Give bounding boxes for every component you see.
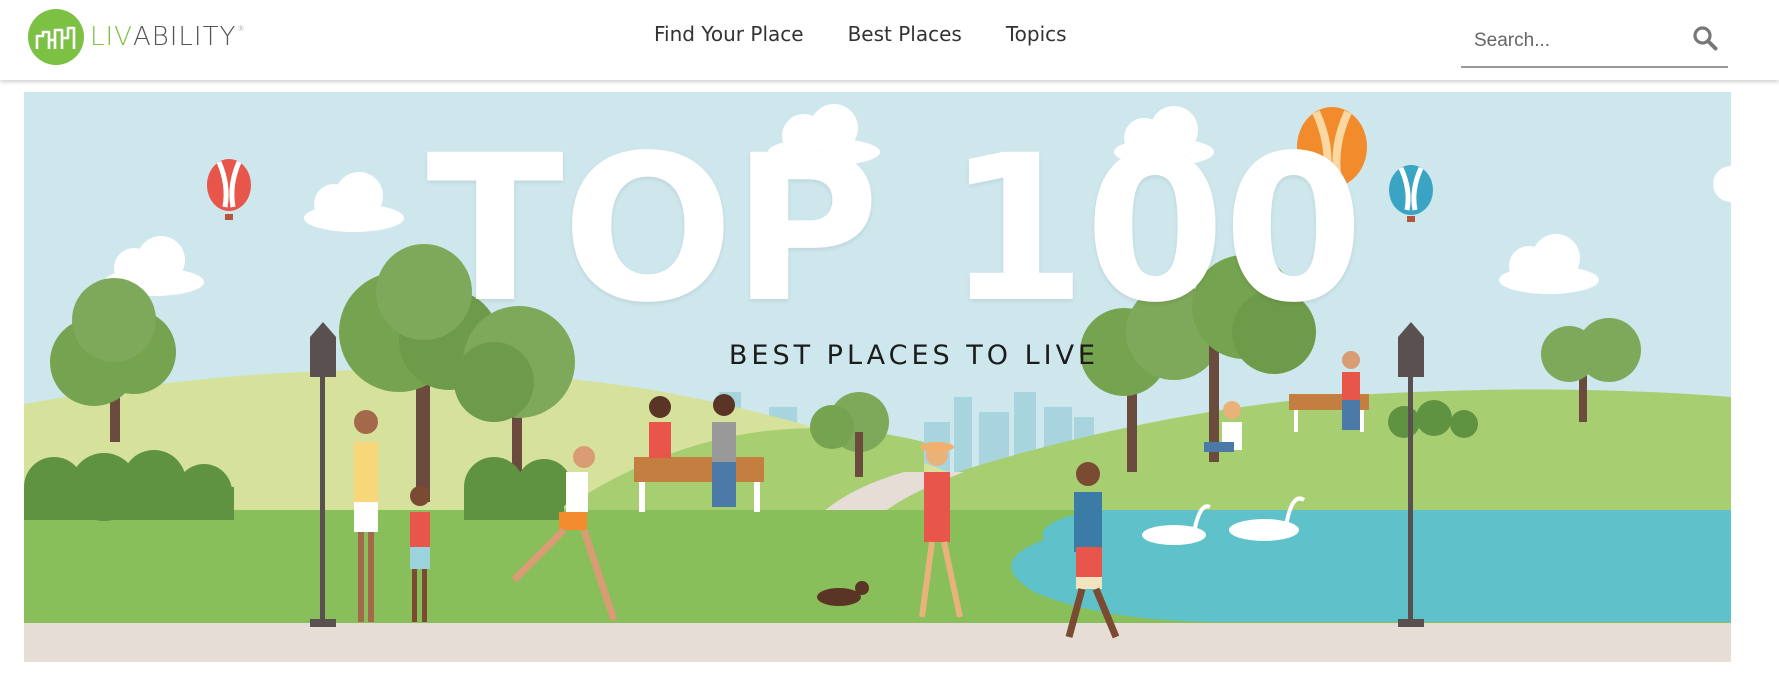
hero-subtitle: BEST PLACES TO LIVE	[728, 340, 1100, 371]
hero-title: TOP 100	[426, 111, 1364, 347]
search-icon[interactable]	[1692, 25, 1718, 51]
lake	[1011, 510, 1731, 622]
site-header: LIV ABILITY ® Find Your Place Best Places …	[0, 0, 1779, 80]
brand-part-ability: ABILITY	[132, 22, 237, 52]
logo-mark-icon	[28, 9, 84, 65]
livability-logo[interactable]: LIV ABILITY ®	[28, 9, 245, 65]
search-box	[1461, 20, 1728, 68]
brand-wordmark: LIV ABILITY ®	[90, 22, 245, 52]
nav-best-places[interactable]: Best Places	[848, 22, 962, 46]
nav-topics[interactable]: Topics	[1006, 22, 1067, 46]
main-nav: Find Your Place Best Places Topics	[654, 22, 1111, 46]
walkway	[24, 623, 1731, 662]
nav-find-your-place[interactable]: Find Your Place	[654, 22, 804, 46]
brand-part-liv: LIV	[90, 22, 133, 52]
top-100-hero-banner[interactable]: TOP 100 BEST PLACES TO LIVE	[24, 92, 1731, 662]
search-input[interactable]	[1474, 26, 1674, 56]
registered-mark: ®	[237, 25, 246, 33]
